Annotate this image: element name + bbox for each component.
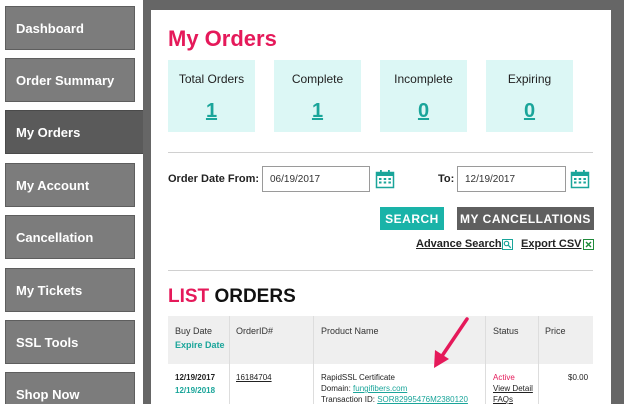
page-title: My Orders [168, 26, 277, 51]
sidebar-item-my-account[interactable]: My Account [5, 163, 135, 207]
row-transaction-label: Transaction ID: [321, 395, 375, 404]
stat-value-link[interactable]: 1 [206, 100, 217, 123]
divider [168, 152, 593, 153]
list-title-rest: ORDERS [209, 286, 296, 307]
order-date-from-input[interactable] [262, 166, 370, 192]
stat-value-link[interactable]: 0 [524, 100, 535, 123]
search-button[interactable]: SEARCH [380, 207, 444, 230]
list-title-accent: LIST [168, 286, 210, 307]
calendar-icon[interactable] [570, 169, 590, 189]
row-buy-date: 12/19/2017 [175, 373, 216, 382]
sidebar-item-label: My Account [16, 177, 90, 193]
row-transaction: Transaction ID: SOR82995476M2380120 [321, 395, 468, 404]
sidebar: Dashboard Order Summary My Orders My Acc… [0, 0, 152, 404]
sidebar-item-my-orders[interactable]: My Orders [5, 110, 152, 154]
sidebar-item-shop-now[interactable]: Shop Now [5, 372, 135, 404]
calendar-icon[interactable] [375, 169, 395, 189]
row-domain-link[interactable]: fungifibers.com [353, 384, 407, 393]
sidebar-item-label: SSL Tools [16, 334, 79, 350]
sidebar-item-ssl-tools[interactable]: SSL Tools [5, 320, 135, 364]
column-separator [485, 316, 486, 404]
column-separator [538, 316, 539, 404]
column-separator [313, 316, 314, 404]
row-order-id-link[interactable]: 16184704 [236, 373, 272, 382]
main-panel: My Orders Total Orders 1 Complete 1 Inco… [151, 10, 611, 404]
stat-label: Complete [291, 72, 344, 86]
list-orders-title: LIST ORDERS [168, 286, 296, 308]
annotation-arrow-icon [434, 317, 469, 368]
sidebar-item-label: Dashboard [16, 20, 84, 36]
order-date-from-label: Order Date From: [168, 173, 260, 185]
stat-value-link[interactable]: 0 [418, 100, 429, 123]
sidebar-item-label: Order Summary [16, 72, 115, 88]
sidebar-item-order-summary[interactable]: Order Summary [5, 58, 135, 102]
stat-card-complete: Complete 1 [274, 60, 361, 132]
view-detail-link[interactable]: View Detail [493, 384, 533, 393]
row-expire-date: 12/19/2018 [175, 386, 216, 395]
divider [168, 270, 593, 271]
stat-value-link[interactable]: 1 [312, 100, 323, 123]
row-domain-label: Domain: [321, 384, 351, 393]
sidebar-item-label: Cancellation [16, 229, 94, 245]
order-date-to-label: To: [438, 173, 455, 185]
row-price: $0.00 [568, 373, 589, 382]
faqs-link[interactable]: FAQs [493, 395, 513, 404]
my-cancellations-button[interactable]: MY CANCELLATIONS [457, 207, 594, 230]
sidebar-item-cancellation[interactable]: Cancellation [5, 215, 135, 259]
sidebar-item-dashboard[interactable]: Dashboard [5, 6, 135, 50]
column-separator [229, 316, 230, 404]
orders-table-body: 12/19/2017 12/19/2018 16184704 RapidSSL … [168, 316, 593, 404]
stat-label: Incomplete [394, 72, 453, 86]
row-transaction-link[interactable]: SOR82995476M2380120 [377, 395, 468, 404]
sidebar-item-my-tickets[interactable]: My Tickets [5, 268, 135, 312]
advance-search-link[interactable]: Advance Search [416, 238, 502, 250]
stat-card-total-orders: Total Orders 1 [168, 60, 255, 132]
stat-card-expiring: Expiring 0 [486, 60, 573, 132]
sidebar-item-label: My Tickets [16, 282, 83, 298]
sidebar-item-label: Shop Now [16, 386, 80, 402]
export-csv-link[interactable]: Export CSV [521, 238, 582, 250]
excel-icon[interactable] [583, 239, 594, 250]
row-product-name: RapidSSL Certificate [321, 373, 395, 382]
stat-card-incomplete: Incomplete 0 [380, 60, 467, 132]
stat-label: Expiring [507, 72, 552, 86]
advance-search-icon[interactable] [502, 239, 513, 250]
stat-label: Total Orders [178, 72, 245, 86]
row-status: Active [493, 373, 515, 382]
order-date-to-input[interactable] [457, 166, 566, 192]
row-domain: Domain: fungifibers.com [321, 384, 407, 393]
sidebar-item-label: My Orders [16, 124, 81, 140]
